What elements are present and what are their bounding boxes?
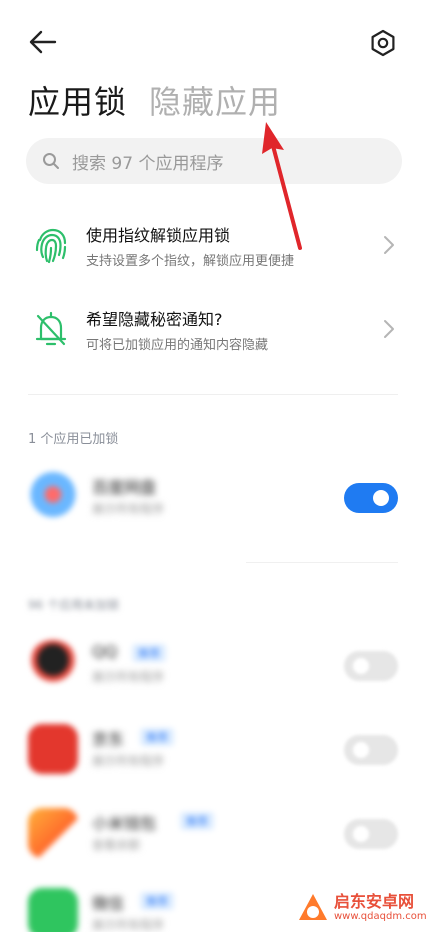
app-name: 京东 bbox=[92, 730, 125, 749]
app-row-qq: QQ 推荐 展示所有程序 bbox=[0, 630, 426, 700]
toggle-knob bbox=[353, 742, 369, 758]
recommend-badge: 推荐 bbox=[140, 728, 174, 746]
app-subtitle: 查看余额 bbox=[92, 838, 141, 852]
search-icon bbox=[43, 153, 59, 169]
hide-notification-item[interactable]: 希望隐藏秘密通知? 可将已加锁应用的通知内容隐藏 bbox=[0, 298, 426, 360]
app-name: QQ bbox=[92, 642, 118, 661]
app-subtitle: 展示所有程序 bbox=[92, 670, 165, 684]
gear-icon bbox=[371, 29, 395, 57]
site-watermark: 启东安卓网 www.qdaqdm.com bbox=[296, 888, 426, 928]
notification-subtitle: 可将已加锁应用的通知内容隐藏 bbox=[86, 338, 269, 353]
unlocked-section-label: 96 个应用未加锁 bbox=[28, 598, 120, 612]
title-tabs: 应用锁 隐藏应用 bbox=[28, 78, 281, 122]
app-row-mi-wallet: 小米钱包 推荐 查看余额 bbox=[0, 798, 426, 868]
toggle-knob bbox=[353, 826, 369, 842]
tab-hidden-apps[interactable]: 隐藏应用 bbox=[149, 77, 281, 123]
watermark-name: 启东安卓网 bbox=[334, 892, 415, 911]
fingerprint-icon bbox=[35, 228, 67, 264]
app-icon bbox=[28, 888, 78, 932]
lock-toggle[interactable] bbox=[344, 735, 398, 765]
lock-toggle[interactable] bbox=[344, 651, 398, 681]
toggle-knob bbox=[373, 490, 389, 506]
arrow-left-icon bbox=[29, 30, 57, 54]
notification-title: 希望隐藏秘密通知? bbox=[86, 310, 223, 329]
app-icon bbox=[28, 640, 78, 690]
bell-icon bbox=[35, 311, 67, 346]
watermark-url: www.qdaqdm.com bbox=[334, 911, 426, 922]
tab-app-lock[interactable]: 应用锁 bbox=[28, 77, 127, 123]
app-icon bbox=[28, 808, 78, 858]
recommend-badge: 推荐 bbox=[140, 892, 174, 910]
fingerprint-subtitle: 支持设置多个指纹，解锁应用更便捷 bbox=[86, 254, 295, 269]
search-input[interactable]: 搜索 97 个应用程序 bbox=[26, 138, 402, 184]
lock-toggle[interactable] bbox=[344, 819, 398, 849]
toggle-knob bbox=[353, 658, 369, 674]
recommend-badge: 推荐 bbox=[180, 812, 214, 830]
top-bar bbox=[0, 0, 426, 82]
fingerprint-unlock-item[interactable]: 使用指纹解锁应用锁 支持设置多个指纹，解锁应用更便捷 bbox=[0, 214, 426, 276]
app-subtitle: 展示所有程序 bbox=[92, 918, 165, 932]
app-name: 百度网盘 bbox=[92, 478, 157, 497]
app-name: 小米钱包 bbox=[92, 814, 157, 833]
app-subtitle: 展示所有程序 bbox=[92, 502, 165, 516]
chevron-right-icon bbox=[384, 236, 394, 254]
app-row-baidu-netdisk: 百度网盘 展示所有程序 bbox=[0, 462, 426, 532]
search-placeholder: 搜索 97 个应用程序 bbox=[72, 153, 224, 174]
recommend-badge: 推荐 bbox=[132, 644, 166, 662]
section-divider bbox=[28, 394, 398, 395]
back-button[interactable] bbox=[28, 28, 58, 56]
app-icon bbox=[28, 472, 78, 522]
fingerprint-title: 使用指纹解锁应用锁 bbox=[86, 226, 231, 245]
logo-icon bbox=[299, 894, 327, 920]
settings-button[interactable] bbox=[368, 28, 398, 58]
app-name: 微信 bbox=[92, 894, 125, 913]
app-row-jd: 京东 推荐 展示所有程序 bbox=[0, 714, 426, 784]
locked-section-label: 1 个应用已加锁 bbox=[28, 432, 119, 447]
section-divider bbox=[246, 562, 398, 563]
app-icon bbox=[28, 724, 78, 774]
chevron-right-icon bbox=[384, 320, 394, 338]
app-subtitle: 展示所有程序 bbox=[92, 754, 165, 768]
lock-toggle[interactable] bbox=[344, 483, 398, 513]
